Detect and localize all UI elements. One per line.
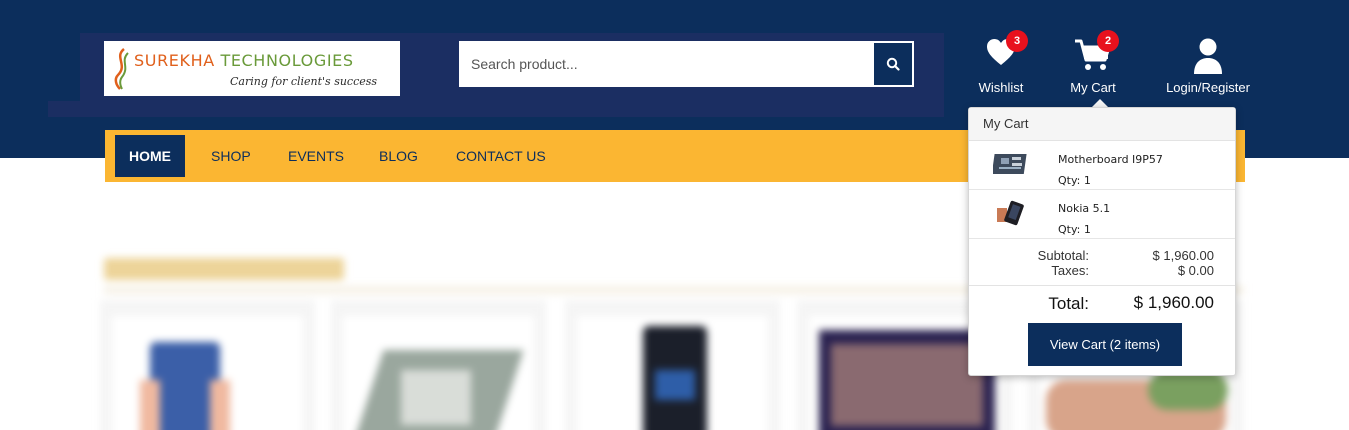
nav-item-contact-us[interactable]: CONTACT US [456,135,546,177]
logo-name-part2: TECHNOLOGIES [220,51,354,70]
taxes-label: Taxes: [1051,263,1089,278]
view-cart-button[interactable]: View Cart (2 items) [1028,323,1182,366]
user-icon [1194,38,1222,74]
nav-item-home[interactable]: HOME [115,135,185,177]
motherboard-thumbnail [993,154,1027,174]
nav-item-shop[interactable]: SHOP [211,135,251,177]
cart-dropdown-title: My Cart [969,108,1235,141]
my-cart-link[interactable]: 2 My Cart [1062,30,1124,98]
subtotal-value: $ 1,960.00 [1152,248,1214,263]
nav-item-events[interactable]: EVENTS [288,135,344,177]
logo-swirl-icon [114,48,129,90]
search-button[interactable] [872,41,914,87]
blurred-section-heading [104,258,344,280]
logo-title: SUREKHA TECHNOLOGIES [134,51,354,70]
cart-dropdown: My Cart Motherboard I9P57 Qty: 1 Nokia 5… [968,107,1236,376]
logo[interactable]: SUREKHA TECHNOLOGIES Caring for client's… [104,41,400,96]
cart-count-badge: 2 [1097,30,1119,52]
my-cart-label: My Cart [1070,80,1116,95]
taxes-value: $ 0.00 [1177,263,1214,278]
cart-item-name: Motherboard I9P57 [1058,153,1163,166]
logo-tagline: Caring for client's success [230,75,378,88]
login-register-label: Login/Register [1166,80,1250,95]
logo-name-part1: SUREKHA [134,51,215,70]
header-panel-notch [48,33,80,101]
cart-item[interactable]: Nokia 5.1 Qty: 1 [969,190,1235,239]
login-register-link[interactable]: Login/Register [1158,38,1258,98]
blurred-product-card [565,300,780,430]
total-value: $ 1,960.00 [1133,293,1214,312]
blurred-product-card [331,300,546,430]
wishlist-count-badge: 3 [1006,30,1028,52]
cart-divider [969,285,1235,286]
blurred-product-card [100,300,315,430]
cart-item[interactable]: Motherboard I9P57 Qty: 1 [969,141,1235,190]
total-label: Total: [1048,294,1089,313]
wishlist-label: Wishlist [978,80,1024,95]
search-input[interactable] [459,41,872,87]
subtotal-label: Subtotal: [1037,248,1089,263]
search-icon [886,57,900,71]
cart-item-name: Nokia 5.1 [1058,202,1111,215]
page: SUREKHA TECHNOLOGIES Caring for client's… [0,0,1349,430]
nav-item-blog[interactable]: BLOG [379,135,418,177]
cart-item-qty: Qty: 1 [1058,174,1091,187]
wishlist-link[interactable]: 3 Wishlist [970,30,1032,98]
phone-thumbnail [997,200,1024,226]
cart-item-qty: Qty: 1 [1058,223,1091,236]
